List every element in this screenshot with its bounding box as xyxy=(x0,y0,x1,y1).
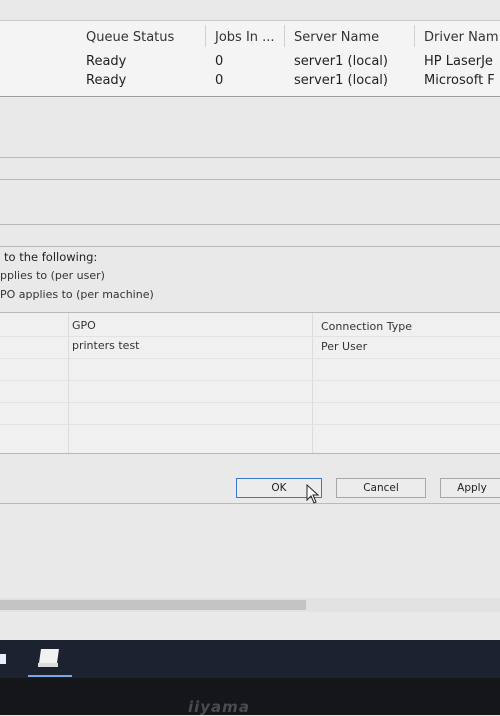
column-header-gpo[interactable]: GPO xyxy=(72,319,96,332)
divider xyxy=(0,96,500,97)
scrollbar-thumb[interactable] xyxy=(0,600,306,610)
divider xyxy=(0,503,500,504)
column-separator xyxy=(312,313,313,453)
driver-name-cell: HP LaserJe xyxy=(424,54,493,69)
queue-status-cell: Ready xyxy=(86,54,127,69)
table-row[interactable]: Ready 0 server1 (local) Microsoft F xyxy=(0,72,500,92)
row-divider xyxy=(0,358,500,359)
per-user-option[interactable]: pplies to (per user) xyxy=(0,269,105,282)
column-separator[interactable] xyxy=(205,25,206,47)
deploy-heading: to the following: xyxy=(4,250,98,264)
printer-queue-table: Queue Status Jobs In ... Server Name Dri… xyxy=(0,20,500,97)
monitor-brand-logo: iiyama xyxy=(188,698,250,716)
column-header-connection-type[interactable]: Connection Type xyxy=(321,320,412,333)
monitor-bezel: iiyama xyxy=(0,678,500,716)
taskbar-app-icon[interactable] xyxy=(0,654,6,664)
table-row[interactable]: Ready 0 server1 (local) HP LaserJe xyxy=(0,52,500,72)
active-indicator xyxy=(28,675,72,677)
column-header-server-name[interactable]: Server Name xyxy=(294,30,379,45)
table-row[interactable]: printers test Per User xyxy=(0,337,500,357)
gpo-table: GPO Connection Type printers test Per Us… xyxy=(0,312,500,454)
server-name-cell: server1 (local) xyxy=(294,73,388,88)
cancel-button[interactable]: Cancel xyxy=(336,478,426,498)
queue-status-cell: Ready xyxy=(86,73,127,88)
column-header-driver-name[interactable]: Driver Nam xyxy=(424,30,499,45)
column-header-jobs-in[interactable]: Jobs In ... xyxy=(215,30,275,45)
row-divider xyxy=(0,380,500,381)
horizontal-scrollbar[interactable] xyxy=(0,598,500,612)
taskbar xyxy=(0,640,500,678)
per-machine-option[interactable]: PO applies to (per machine) xyxy=(0,288,154,301)
jobs-cell: 0 xyxy=(215,73,224,88)
connection-type-cell: Per User xyxy=(321,340,368,353)
jobs-cell: 0 xyxy=(215,54,224,69)
server-manager-taskbar-icon[interactable] xyxy=(36,647,64,669)
row-divider xyxy=(0,402,500,403)
row-divider xyxy=(0,424,500,425)
divider xyxy=(0,157,500,158)
column-separator xyxy=(68,313,69,453)
divider xyxy=(0,179,500,180)
column-header-queue-status[interactable]: Queue Status xyxy=(86,30,174,45)
column-separator[interactable] xyxy=(414,25,415,47)
column-separator[interactable] xyxy=(284,25,285,47)
mouse-pointer-icon xyxy=(306,484,320,504)
divider xyxy=(0,246,500,247)
divider xyxy=(0,224,500,225)
server-name-cell: server1 (local) xyxy=(294,54,388,69)
apply-button[interactable]: Apply xyxy=(440,478,500,498)
driver-name-cell: Microsoft F xyxy=(424,73,495,88)
gpo-name-cell: printers test xyxy=(72,339,140,352)
